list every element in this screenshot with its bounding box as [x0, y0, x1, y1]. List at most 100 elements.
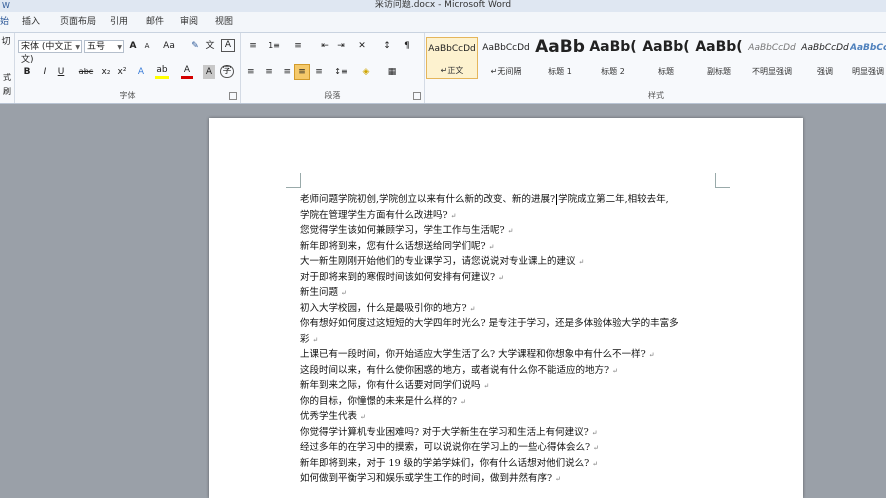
sort-button[interactable]: ↕: [381, 39, 393, 53]
paragraph-mark-icon: ↵: [341, 289, 347, 297]
increase-indent-button[interactable]: ⇥: [335, 39, 347, 53]
enclose-characters-button[interactable]: 字: [220, 65, 234, 78]
paragraph-mark-icon: ↵: [360, 413, 366, 421]
doc-line: 上课已有一段时间，你开始适应大学生活了么? 大学课程和你想象中有什么不一样? ↵: [300, 347, 720, 363]
style-sample: AaBb(: [642, 39, 690, 55]
style-subtitle[interactable]: AaBb( 副标题: [693, 37, 745, 79]
doc-line: 你有想好如何度过这短短的大学四年时光么? 是专注于学习，还是多体验体验大学的丰富…: [300, 316, 720, 332]
show-marks-button[interactable]: ¶: [401, 39, 413, 53]
style-sample: AaBbCcDd: [428, 44, 476, 54]
line-text: 老师问题学院初创,学院创立以来有什么新的改变、新的进展?: [300, 194, 556, 205]
align-left-button[interactable]: ≡: [247, 65, 259, 79]
doc-line: 你觉得学计算机专业困难吗? 对于大学新生在学习和生活上有何建议? ↵: [300, 425, 720, 441]
style-emphasis[interactable]: AaBbCcDd 强调: [799, 37, 851, 79]
line-text: 你有想好如何度过这短短的大学四年时光么? 是专注于学习，还是多体验体验大学的丰富…: [300, 318, 679, 329]
font-color-button[interactable]: A: [181, 65, 193, 79]
style-name: 副标题: [707, 67, 731, 76]
distributed-button[interactable]: ≡: [313, 65, 325, 79]
paragraph-mark-icon: ↵: [498, 273, 504, 282]
multilevel-list-button[interactable]: ≡: [291, 39, 305, 53]
underline-button[interactable]: U: [55, 65, 67, 79]
align-right-button[interactable]: ≡: [279, 65, 291, 79]
text-effects-button[interactable]: A: [135, 65, 147, 79]
line-text: 大一新生刚刚开始他们的专业课学习，请您说说对专业课上的建议: [300, 256, 576, 267]
paragraph-mark-icon: ↵: [507, 227, 514, 235]
tab-page-layout[interactable]: 页面布局: [60, 15, 96, 29]
tab-view[interactable]: 视图: [215, 15, 233, 29]
subscript-button[interactable]: x₂: [99, 65, 113, 79]
line-text: 您觉得学生该如何兼顾学习，学生工作与生活呢?: [300, 225, 505, 236]
tab-mailings[interactable]: 邮件: [146, 15, 164, 29]
italic-button[interactable]: I: [39, 65, 51, 79]
doc-line: 经过多年的在学习中的摸索，可以说说你在学习上的一些心得体会么? ↵: [300, 440, 720, 456]
paragraph-mark-icon: ↵: [591, 428, 598, 437]
doc-line: 学院在管理学生方面有什么改进吗? ↵: [300, 208, 720, 224]
grow-font-button[interactable]: A: [127, 39, 139, 53]
bullets-button[interactable]: ≡: [246, 39, 260, 53]
paragraph-group: ≡ 1≡ ≡ ⇤ ⇥ ✕ ↕ ¶ ≡ ≡ ≡ ≡ ≡ ↕≡ ◈ ▦ 段落: [241, 33, 425, 103]
doc-line: 这段时间以来，有什么使你困惑的地方，或者说有什么你不能适应的地方? ↵: [300, 363, 720, 379]
paragraph-mark-icon: ↵: [648, 351, 655, 359]
line-text: 上课已有一段时间，你开始适应大学生活了么? 大学课程和你想象中有什么不一样?: [300, 349, 646, 360]
line-text: 新年到来之际，你有什么话要对同学们说吗: [300, 380, 481, 391]
font-name-combo[interactable]: 宋体 (中文正文) ▼: [18, 40, 82, 65]
doc-line: 你的目标，你憧憬的未来是什么样的? ↵: [300, 394, 720, 410]
style-heading-1[interactable]: AaBb 标题 1: [534, 37, 586, 79]
phonetic-guide-button[interactable]: 文: [204, 39, 216, 53]
doc-line: 大一新生刚刚开始他们的专业课学习，请您说说对专业课上的建议 ↵: [300, 254, 720, 270]
font-size-combo[interactable]: 五号 ▼: [84, 40, 124, 53]
style-sample: AaBbCcDd: [801, 43, 849, 53]
paragraph-mark-icon: ↵: [555, 475, 561, 483]
style-name: ↵正文: [440, 66, 464, 75]
style-intense-emphasis[interactable]: AaBbCcD 明显强调: [850, 37, 886, 79]
change-case-button[interactable]: Aa: [161, 39, 177, 53]
document-body[interactable]: 老师问题学院初创,学院创立以来有什么新的改变、新的进展? 学院成立第二年,相较去年…: [300, 192, 720, 487]
line-text: 初入大学校园，什么是最吸引你的地方?: [300, 302, 467, 314]
tab-home-partial[interactable]: 始: [0, 15, 9, 29]
paragraph-group-label: 段落: [324, 91, 341, 100]
style-normal[interactable]: AaBbCcDd ↵正文: [426, 37, 478, 79]
justify-button[interactable]: ≡: [294, 64, 310, 80]
tab-insert[interactable]: 插入: [22, 15, 40, 29]
style-sample: AaBb(: [695, 39, 743, 55]
dialog-launcher-icon[interactable]: [413, 92, 421, 100]
paragraph-mark-icon: ↵: [593, 444, 599, 452]
borders-button[interactable]: ▦: [385, 65, 399, 79]
clear-format-button[interactable]: ✎: [189, 39, 201, 53]
format-painter-button[interactable]: 式刷: [0, 71, 14, 96]
center-button[interactable]: ≡: [263, 65, 275, 79]
style-title[interactable]: AaBb( 标题: [640, 37, 692, 79]
line-text: 优秀学生代表: [300, 411, 358, 422]
bold-button[interactable]: B: [21, 65, 33, 79]
superscript-button[interactable]: x²: [115, 65, 129, 79]
style-name: 强调: [817, 67, 833, 76]
doc-line: 新年到来之际，你有什么话要对同学们说吗 ↵: [300, 378, 720, 394]
window-title: 采访问题.docx - Microsoft Word: [374, 0, 512, 10]
character-shading-button[interactable]: A: [203, 65, 215, 79]
doc-line: 彩 ↵: [300, 332, 720, 348]
style-name: 标题 1: [548, 67, 572, 76]
paragraph-mark-icon: ↵: [450, 211, 457, 220]
paragraph-mark-icon: ↵: [469, 304, 476, 313]
strikethrough-button[interactable]: abc: [77, 65, 95, 79]
character-border-button[interactable]: A: [221, 39, 235, 52]
chevron-down-icon: ▼: [75, 44, 80, 51]
style-subtle-emphasis[interactable]: AaBbCcDd 不明显强调: [746, 37, 798, 79]
line-spacing-button[interactable]: ↕≡: [333, 65, 349, 79]
style-sample: AaBb: [535, 37, 585, 57]
shading-button[interactable]: ◈: [359, 65, 373, 79]
doc-line: 优秀学生代表 ↵: [300, 409, 720, 425]
cut-button[interactable]: 切: [0, 35, 12, 49]
shrink-font-button[interactable]: A: [141, 39, 153, 53]
tab-references[interactable]: 引用: [110, 15, 128, 29]
dialog-launcher-icon[interactable]: [229, 92, 237, 100]
numbering-button[interactable]: 1≡: [267, 39, 281, 53]
tab-review[interactable]: 审阅: [180, 15, 198, 29]
style-no-spacing[interactable]: AaBbCcDd ↵无间隔: [480, 37, 532, 79]
highlight-button[interactable]: ab: [155, 65, 169, 79]
decrease-indent-button[interactable]: ⇤: [319, 39, 331, 53]
chinese-layout-button[interactable]: ✕: [355, 39, 369, 53]
style-heading-2[interactable]: AaBb( 标题 2: [587, 37, 639, 79]
paragraph-mark-icon: ↵: [578, 258, 585, 266]
style-sample: AaBbCcD: [850, 43, 886, 53]
